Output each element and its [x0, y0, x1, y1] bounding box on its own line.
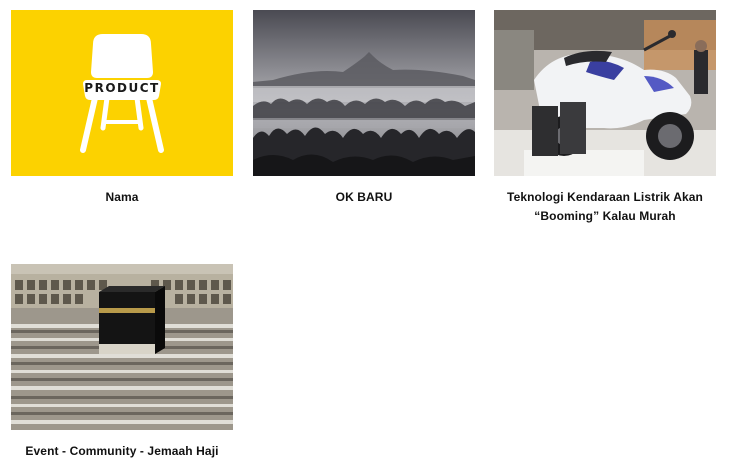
post-thumbnail-kaaba[interactable] [11, 264, 233, 430]
electric-scooter-image [494, 10, 716, 176]
post-thumbnail-electric-scooter[interactable] [494, 10, 716, 176]
post-caption[interactable]: Event - Community - Jemaah Haji [11, 442, 233, 461]
kaaba-crowd-image [11, 264, 233, 430]
post-card-ok-baru[interactable]: OK BARU [253, 10, 475, 207]
misty-forest-temple-image [253, 10, 475, 176]
post-caption[interactable]: Nama [11, 188, 233, 207]
post-thumbnail-product[interactable]: PRODUCT [11, 10, 233, 176]
product-label: PRODUCT [84, 81, 160, 95]
post-card-nama[interactable]: PRODUCT Nama [11, 10, 233, 207]
post-grid: PRODUCT Nama OK BARU Teknologi Kendaraan… [0, 0, 732, 466]
post-thumbnail-misty-forest[interactable] [253, 10, 475, 176]
post-card-jemaah-haji[interactable]: Event - Community - Jemaah Haji [11, 264, 233, 461]
post-card-teknologi-kendaraan[interactable]: Teknologi Kendaraan Listrik Akan “Boomin… [494, 10, 716, 226]
post-caption[interactable]: Teknologi Kendaraan Listrik Akan “Boomin… [494, 188, 716, 226]
post-caption[interactable]: OK BARU [253, 188, 475, 207]
